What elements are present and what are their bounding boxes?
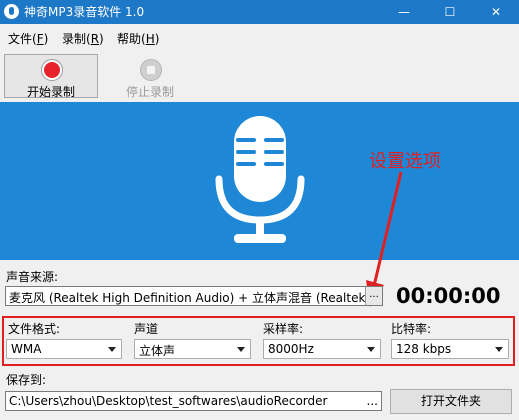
start-recording-label: 开始录制 (26, 85, 75, 99)
channel-label: 声道 (134, 322, 159, 336)
menu-file[interactable]: 文件(F) (8, 30, 48, 47)
menu-help[interactable]: 帮助(H) (117, 30, 159, 47)
save-path-value: C:\Users\zhou\Desktop\test_softwares\aud… (9, 394, 328, 408)
samplerate-value: 8000Hz (268, 342, 314, 356)
menu-record[interactable]: 录制(R) (62, 30, 104, 47)
stop-icon (140, 59, 162, 81)
samplerate-select[interactable]: 8000Hz (263, 339, 381, 359)
app-mic-icon (4, 4, 19, 19)
title-bar: 神奇MP3录音软件 1.0 — ☐ ✕ (0, 0, 519, 24)
format-select[interactable]: WMA (6, 339, 122, 359)
source-browse-button[interactable]: ... (365, 287, 382, 305)
channel-value: 立体声 (139, 344, 176, 358)
chevron-down-icon (367, 347, 375, 352)
open-folder-button[interactable]: 打开文件夹 (390, 389, 512, 414)
save-browse-button[interactable]: ... (367, 394, 378, 408)
format-value: WMA (11, 342, 42, 356)
source-value: 麦克风 (Realtek High Definition Audio) + 立体… (9, 291, 383, 305)
channel-select[interactable]: 立体声 (134, 339, 251, 359)
menu-bar: 文件(F) 录制(R) 帮助(H) (0, 24, 519, 52)
close-button[interactable]: ✕ (473, 0, 519, 24)
source-field[interactable]: 麦克风 (Realtek High Definition Audio) + 立体… (5, 286, 383, 306)
chevron-down-icon (108, 347, 116, 352)
stop-recording-label: 停止录制 (125, 85, 174, 99)
format-label: 文件格式: (8, 322, 61, 336)
bitrate-label: 比特率: (391, 322, 432, 336)
microphone-panel (0, 102, 519, 260)
minimize-button[interactable]: — (381, 0, 427, 24)
microphone-icon (215, 116, 305, 243)
chevron-down-icon (237, 347, 245, 352)
toolbar: 开始录制 停止录制 (0, 52, 519, 103)
bitrate-select[interactable]: 128 kbps (391, 339, 509, 359)
maximize-button[interactable]: ☐ (427, 0, 473, 24)
source-label: 声音来源: (6, 270, 59, 284)
chevron-down-icon (495, 347, 503, 352)
window-title: 神奇MP3录音软件 1.0 (24, 5, 145, 19)
recording-timer: 00:00:00 (396, 284, 501, 308)
save-label: 保存到: (6, 373, 47, 387)
stop-recording-button[interactable]: 停止录制 (103, 54, 197, 99)
bitrate-value: 128 kbps (396, 342, 452, 356)
save-path-field[interactable]: C:\Users\zhou\Desktop\test_softwares\aud… (5, 391, 382, 411)
record-icon (41, 59, 63, 81)
samplerate-label: 采样率: (263, 322, 304, 336)
start-recording-button[interactable]: 开始录制 (4, 54, 98, 99)
